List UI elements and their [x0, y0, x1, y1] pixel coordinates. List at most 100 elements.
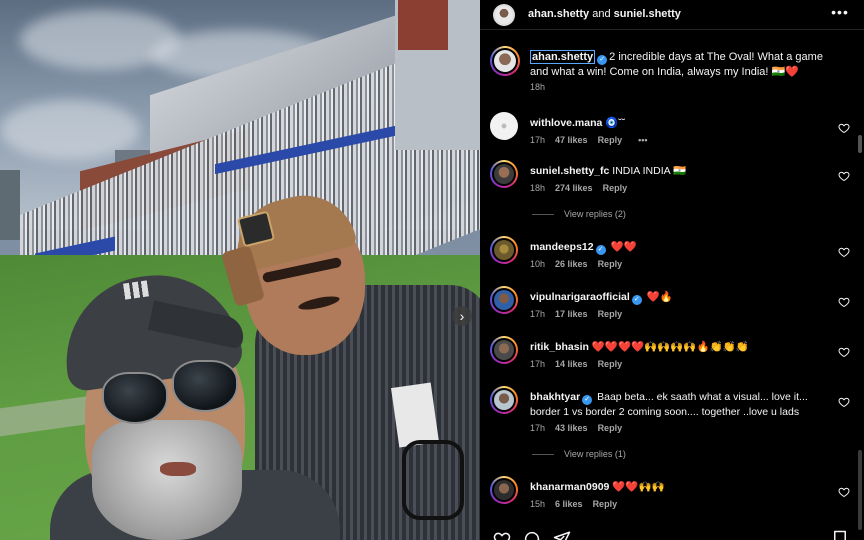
- verified-badge-icon: ✓: [597, 55, 608, 65]
- photo-tower-brick: [398, 0, 448, 50]
- comment-body: ❤️❤️🙌🙌: [612, 481, 665, 493]
- comment-time: 17h: [530, 423, 546, 433]
- comment-avatar[interactable]: [490, 160, 518, 188]
- action-bar: [480, 526, 864, 540]
- comment-username[interactable]: ritik_bhasin: [530, 341, 589, 353]
- comments-panel: ahan.shetty and suniel.shetty ••• ahan.s…: [480, 0, 864, 540]
- comment-meta: 18h 274 likes Reply: [530, 183, 637, 193]
- caption-time: 18h: [530, 82, 546, 92]
- comment-text: khanarman0909 ❤️❤️🙌🙌: [530, 480, 820, 494]
- aviator-lens-icon: [172, 360, 238, 412]
- reply-button[interactable]: Reply: [603, 183, 628, 193]
- post-photo[interactable]: ›: [0, 0, 480, 540]
- comment-meta: 15h 6 likes Reply: [530, 499, 627, 509]
- comment-meta: 10h 26 likes Reply: [530, 259, 632, 269]
- heart-icon[interactable]: [838, 170, 850, 182]
- share-icon[interactable]: [553, 530, 571, 540]
- comment-meta: 17h 47 likes Reply •••: [530, 135, 658, 145]
- view-replies-button[interactable]: View replies (1): [532, 449, 626, 459]
- caption-username[interactable]: ahan.shetty: [530, 50, 596, 64]
- comment-time: 10h: [530, 259, 546, 269]
- comment-username[interactable]: withlove.mana: [530, 117, 602, 129]
- caption-text: ahan.shetty ✓ 2 incredible days at The Ova…: [530, 50, 830, 80]
- cap-logo-icon: [123, 280, 149, 300]
- header-user-1[interactable]: ahan.shetty: [528, 8, 589, 20]
- heart-icon[interactable]: [838, 486, 850, 498]
- comment-item: mandeeps12 ✓ ❤️❤️ 10h 26 likes Reply: [480, 236, 864, 276]
- comment-more-icon[interactable]: •••: [638, 135, 647, 145]
- comment-likes[interactable]: 17 likes: [555, 309, 588, 319]
- comment-avatar[interactable]: [490, 476, 518, 504]
- view-replies-button[interactable]: View replies (2): [532, 209, 626, 219]
- comment-item: vipulnarigaraofficial ✓ ❤️🔥 17h 17 likes Re…: [480, 286, 864, 326]
- heart-icon[interactable]: [838, 296, 850, 308]
- comment-body: ❤️🔥: [646, 291, 673, 303]
- comment-text: mandeeps12 ✓ ❤️❤️: [530, 240, 820, 255]
- comment-likes[interactable]: 26 likes: [555, 259, 588, 269]
- comment-avatar[interactable]: [490, 336, 518, 364]
- comment-avatar[interactable]: [490, 286, 518, 314]
- person-left-mouth: [160, 462, 196, 476]
- reply-button[interactable]: Reply: [598, 423, 623, 433]
- header-title: ahan.shetty and suniel.shetty: [528, 8, 681, 20]
- caption-avatar[interactable]: [490, 46, 520, 76]
- carousel-next-button[interactable]: ›: [452, 306, 472, 326]
- comment-meta: 17h 14 likes Reply: [530, 359, 632, 369]
- comment-username[interactable]: vipulnarigaraofficial: [530, 291, 630, 303]
- comment-text: ritik_bhasin ❤️❤️❤️❤️🙌🙌🙌🙌🔥👏👏👏: [530, 340, 820, 354]
- comment-text: withlove.mana 🧿˘˘: [530, 116, 820, 130]
- comment-likes[interactable]: 47 likes: [555, 135, 588, 145]
- comment-body: 🧿˘˘: [605, 117, 626, 129]
- reply-button[interactable]: Reply: [598, 309, 623, 319]
- comment-body: ❤️❤️: [610, 241, 637, 253]
- comment-username[interactable]: mandeeps12: [530, 241, 594, 253]
- scrollbar-thumb[interactable]: [858, 135, 862, 153]
- verified-badge-icon: ✓: [595, 245, 606, 255]
- header-user-2[interactable]: suniel.shetty: [614, 8, 681, 20]
- sunglasses-icon: [402, 440, 464, 520]
- comment-icon[interactable]: [523, 530, 541, 540]
- comment-item: ritik_bhasin ❤️❤️❤️❤️🙌🙌🙌🙌🔥👏👏👏 17h 14 like…: [480, 336, 864, 376]
- more-icon[interactable]: •••: [830, 5, 850, 23]
- aviator-lens-icon: [102, 372, 168, 424]
- heart-icon[interactable]: [493, 530, 511, 540]
- comment-time: 17h: [530, 135, 546, 145]
- comment-body: ❤️❤️❤️❤️🙌🙌🙌🙌🔥👏👏👏: [591, 341, 749, 353]
- heart-icon[interactable]: [838, 346, 850, 358]
- comment-text: suniel.shetty_fc INDIA INDIA 🇮🇳: [530, 164, 820, 178]
- header-avatar[interactable]: [493, 4, 515, 26]
- comment-avatar[interactable]: [490, 112, 518, 140]
- scrollbar-track[interactable]: [858, 450, 862, 530]
- heart-icon[interactable]: [838, 396, 850, 408]
- comment-time: 15h: [530, 499, 546, 509]
- comment-text: vipulnarigaraofficial ✓ ❤️🔥: [530, 290, 820, 305]
- comment-likes[interactable]: 274 likes: [555, 183, 593, 193]
- reply-button[interactable]: Reply: [598, 359, 623, 369]
- verified-badge-icon: ✓: [631, 295, 642, 305]
- reply-button[interactable]: Reply: [593, 499, 618, 509]
- comment-likes[interactable]: 14 likes: [555, 359, 588, 369]
- comment-username[interactable]: khanarman0909: [530, 481, 609, 493]
- heart-icon[interactable]: [838, 122, 850, 134]
- comment-avatar[interactable]: [490, 386, 518, 414]
- comment-meta: 17h 43 likes Reply: [530, 423, 632, 433]
- comment-username[interactable]: suniel.shetty_fc: [530, 165, 609, 177]
- comment-item: bhakhtyar ✓ Baap beta... ek saath what a …: [480, 386, 864, 440]
- save-icon[interactable]: [832, 530, 848, 540]
- comment-meta: 17h 17 likes Reply: [530, 309, 632, 319]
- header-joiner: and: [592, 8, 611, 20]
- comment-likes[interactable]: 43 likes: [555, 423, 588, 433]
- post-header: ahan.shetty and suniel.shetty •••: [480, 0, 864, 30]
- comment-avatar[interactable]: [490, 236, 518, 264]
- comment-username[interactable]: bhakhtyar: [530, 391, 580, 403]
- heart-icon[interactable]: [838, 246, 850, 258]
- chevron-right-icon: ›: [459, 308, 465, 324]
- comment-item: suniel.shetty_fc INDIA INDIA 🇮🇳 18h 274 l…: [480, 160, 864, 200]
- person-right-shirt: [391, 382, 439, 448]
- reply-button[interactable]: Reply: [598, 135, 623, 145]
- person-left-beard: [92, 420, 242, 540]
- comment-likes[interactable]: 6 likes: [555, 499, 583, 509]
- reply-button[interactable]: Reply: [598, 259, 623, 269]
- comment-time: 17h: [530, 309, 546, 319]
- comment-item: withlove.mana 🧿˘˘ 17h 47 likes Reply •••: [480, 112, 864, 152]
